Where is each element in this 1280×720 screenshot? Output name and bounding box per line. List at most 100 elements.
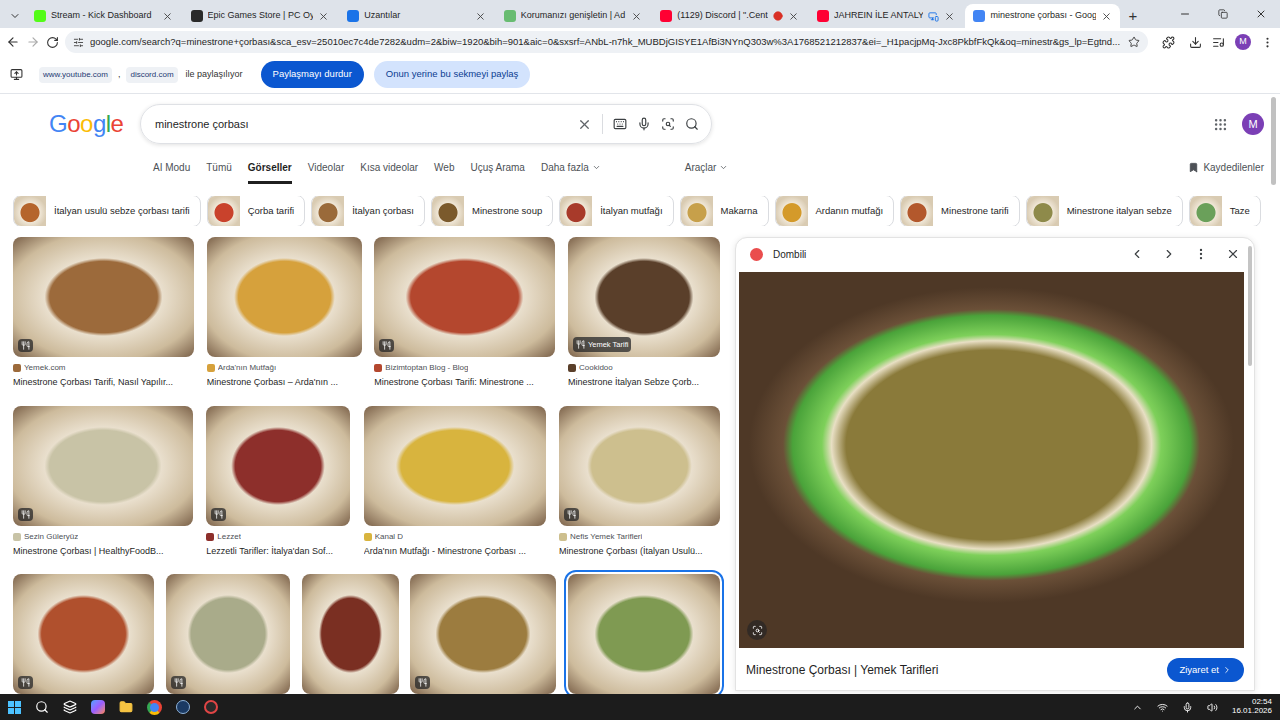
result-image[interactable] [13,406,193,526]
result-title[interactable]: Minestrone Çorbası (İtalyan Usulü... [559,545,720,559]
start-button[interactable] [8,701,21,714]
related-chip[interactable]: Minestrone italyan sebze [1026,196,1183,226]
browser-tab[interactable]: Stream - Kick Dashboard [26,4,181,28]
result-title[interactable]: Minestrone Çorbası – Arda'nın ... [207,376,362,390]
keyboard-icon[interactable] [613,117,627,131]
tools-button[interactable]: Araçlar [685,160,729,184]
network-icon[interactable] [1157,702,1168,713]
address-bar[interactable]: google.com/search?q=minestrone+çorbası&s… [65,31,1148,53]
related-chip[interactable]: Ardanın mutfağı [775,196,895,226]
image-result[interactable] [166,574,290,694]
related-chip[interactable]: Taze [1189,196,1261,226]
nav-tab[interactable]: Görseller [248,160,292,184]
related-chip[interactable]: Makarna [680,196,769,226]
tray-overflow-icon[interactable] [1132,702,1143,713]
browser-tab[interactable]: Uzantılar [339,4,494,28]
result-image[interactable] [206,406,350,526]
chrome-icon[interactable] [147,700,162,715]
microphone-icon[interactable] [1182,702,1193,713]
menu-icon[interactable] [1261,36,1274,49]
visit-button[interactable]: Ziyaret et [1167,658,1244,682]
nav-tab[interactable]: Daha fazla [541,160,601,184]
voice-search-icon[interactable] [637,117,651,131]
result-title[interactable]: Arda'nın Mutfağı - Minestrone Çorbası ..… [364,545,546,559]
volume-icon[interactable] [1207,702,1218,713]
close-tab-icon[interactable] [944,11,955,22]
new-tab-button[interactable]: + [1120,4,1146,28]
close-window-button[interactable] [1242,0,1280,28]
steam-icon[interactable] [176,700,190,714]
preview-source[interactable]: Dombili [773,247,806,262]
lens-search-button[interactable] [747,620,767,640]
image-result[interactable]: Kanal DArda'nın Mutfağı - Minestrone Çor… [364,406,546,559]
image-result[interactable] [410,574,556,694]
preview-title[interactable]: Minestrone Çorbası | Yemek Tarifleri [746,661,1159,679]
tab-search-button[interactable] [4,4,26,28]
clear-search-icon[interactable] [577,117,592,132]
preview-image[interactable] [739,272,1244,648]
browser-tab[interactable]: Korumanızı genişletin | Ad [496,4,651,28]
more-options-icon[interactable] [1194,247,1208,261]
site-info-icon[interactable] [73,37,84,48]
result-image[interactable] [166,574,290,694]
result-image[interactable] [410,574,556,694]
download-icon[interactable] [1189,36,1202,49]
account-avatar[interactable]: M [1242,113,1264,135]
next-icon[interactable] [1162,247,1176,261]
result-image[interactable] [13,237,194,357]
nav-tab[interactable]: AI Modu [153,160,190,184]
restore-button[interactable] [1204,0,1242,28]
related-chip[interactable]: Minestrone soup [431,196,553,226]
app-icon[interactable] [204,700,218,714]
previous-icon[interactable] [1130,247,1144,261]
close-tab-icon[interactable] [475,11,486,22]
profile-avatar[interactable]: M [1235,34,1251,50]
close-tab-icon[interactable] [788,11,799,22]
image-result[interactable]: Yemek TarifiCookidooMinestrone İtalyan S… [568,237,720,390]
result-title[interactable]: Minestrone İtalyan Sebze Çorb... [568,376,720,390]
share-this-tab-button[interactable]: Onun yerine bu sekmeyi paylaş [374,61,531,87]
back-icon[interactable] [6,35,20,49]
search-icon[interactable] [685,117,699,131]
reload-icon[interactable] [46,36,59,49]
result-image[interactable] [568,574,720,694]
file-explorer-icon[interactable] [119,700,133,714]
search-box[interactable]: minestrone çorbası [140,104,712,144]
related-chip[interactable]: İtalyan usulü sebze çorbası tarifi [13,196,201,226]
task-view-icon[interactable] [63,700,77,714]
result-title[interactable]: Minestrone Çorbası | HealthyFoodB... [13,545,193,559]
related-chip[interactable]: İtalyan çorbası [311,196,425,226]
image-result[interactable]: Sezin GüleryüzMinestrone Çorbası | Healt… [13,406,193,559]
close-preview-icon[interactable] [1226,247,1240,261]
related-chip[interactable]: Minestrone tarifi [900,196,1020,226]
image-result[interactable]: Yemek.comMinestrone Çorbası Tarifi, Nası… [13,237,194,390]
close-tab-icon[interactable] [162,11,173,22]
image-result[interactable]: Nefis Yemek TarifleriMinestrone Çorbası … [559,406,720,559]
result-image[interactable] [374,237,555,357]
result-title[interactable]: Lezzetli Tarifler: İtalya'dan Sof... [206,545,350,559]
nav-tab[interactable]: Web [434,160,454,184]
image-result[interactable] [568,574,720,694]
browser-tab[interactable]: Epic Games Store | PC Oyun [183,4,338,28]
image-result[interactable]: Bizimtoptan Blog - BlogMinestrone Çorbas… [374,237,555,390]
image-result[interactable] [13,574,154,694]
forward-icon[interactable] [26,35,40,49]
browser-tab[interactable]: JAHREIN İLE ANTALYA YEM [809,4,964,28]
result-image[interactable] [364,406,546,526]
result-image[interactable] [302,574,399,694]
result-image[interactable] [207,237,362,357]
result-image[interactable] [13,574,154,694]
taskbar-search-icon[interactable] [35,700,49,714]
media-control-icon[interactable] [1212,36,1225,49]
nav-tab[interactable]: Uçuş Arama [470,160,524,184]
browser-tab[interactable]: (1129) Discord | ".Cent, '50 [652,4,807,28]
related-chip[interactable]: İtalyan mutfağı [559,196,673,226]
nav-tab[interactable]: Kısa videolar [360,160,418,184]
extensions-icon[interactable] [1162,36,1175,49]
close-tab-icon[interactable] [1101,11,1112,22]
minimize-button[interactable] [1166,0,1204,28]
copilot-icon[interactable] [91,700,105,714]
image-result[interactable] [302,574,399,694]
result-title[interactable]: Minestrone Çorbası Tarifi, Nasıl Yapılır… [13,376,194,390]
related-chip[interactable]: Çorba tarifi [207,196,305,226]
